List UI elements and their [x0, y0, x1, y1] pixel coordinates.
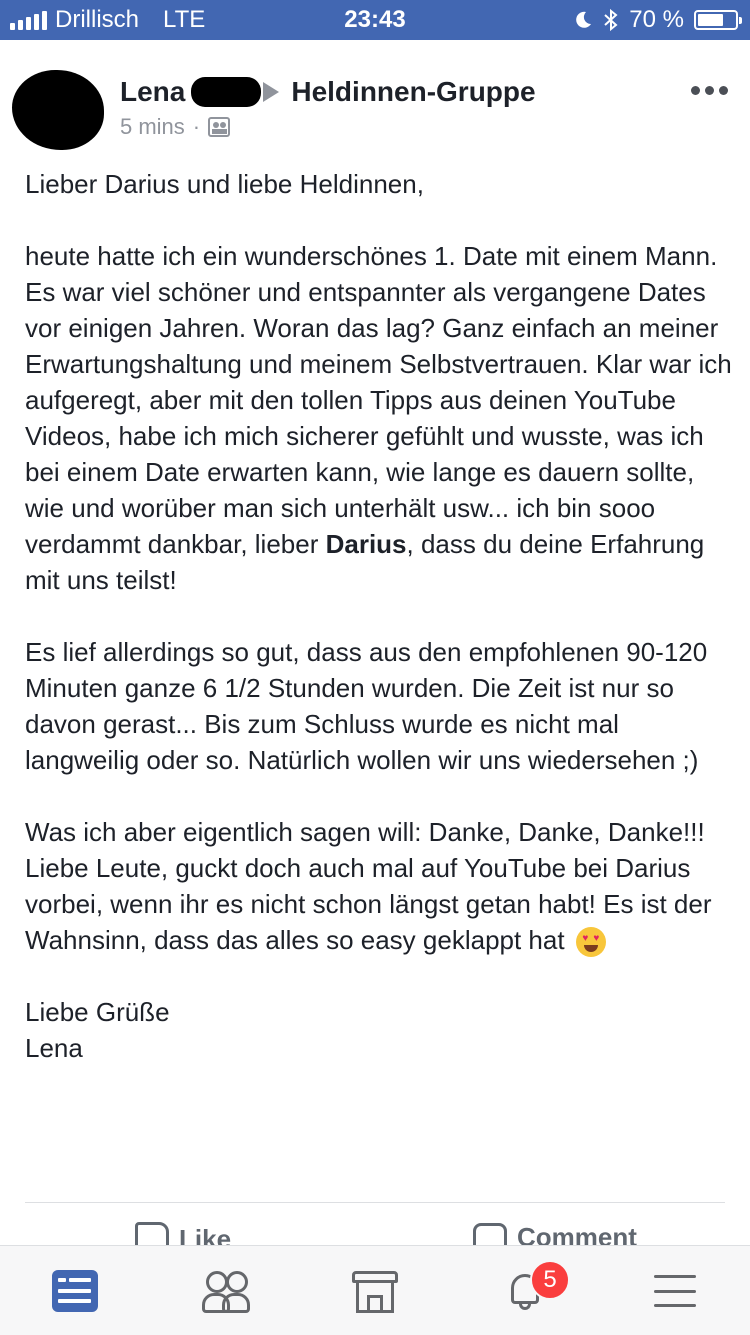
battery-icon — [694, 10, 742, 30]
marketplace-icon — [352, 1269, 398, 1313]
arrow-right-icon — [263, 82, 280, 102]
post-body: Lieber Darius und liebe Heldinnen, heute… — [25, 166, 735, 1066]
heart-eyes-emoji-icon: ♥ ♥ — [575, 927, 606, 958]
meta-separator: · — [192, 114, 201, 139]
news-feed-icon — [52, 1270, 98, 1312]
post-paragraph-3: Was ich aber eigentlich sagen will: Dank… — [25, 814, 735, 958]
post-meta: 5 mins · — [120, 114, 231, 140]
tab-groups[interactable] — [200, 1266, 250, 1316]
bottom-tab-bar: 5 — [0, 1245, 750, 1335]
mention-darius[interactable]: Darius — [326, 529, 407, 559]
post-paragraph-2: Es lief allerdings so gut, dass aus den … — [25, 637, 708, 775]
post-closing-2: Lena — [25, 1033, 83, 1063]
divider — [25, 1202, 725, 1203]
menu-icon — [654, 1275, 696, 1307]
battery-percent: 70 % — [629, 6, 684, 33]
bluetooth-icon — [604, 8, 618, 32]
dot-icon — [691, 86, 700, 95]
dot-icon — [719, 86, 728, 95]
post-author-row: Lena Heldinnen-Gruppe — [120, 76, 536, 108]
group-name[interactable]: Heldinnen-Gruppe — [291, 76, 535, 108]
dot-icon — [705, 86, 714, 95]
more-options-button[interactable] — [691, 86, 728, 95]
paragraph-text: heute hatte ich ein wunderschönes 1. Dat… — [25, 241, 732, 559]
tab-marketplace[interactable] — [350, 1266, 400, 1316]
post-paragraph-1: heute hatte ich ein wunderschönes 1. Dat… — [25, 238, 735, 598]
author-name[interactable]: Lena — [120, 76, 185, 108]
redacted-surname — [191, 77, 262, 107]
post-greeting: Lieber Darius und liebe Heldinnen, — [25, 169, 424, 199]
tab-news-feed[interactable] — [50, 1266, 100, 1316]
tab-menu[interactable] — [650, 1266, 700, 1316]
battery-fill — [698, 14, 724, 26]
paragraph-text: Was ich aber eigentlich sagen will: Dank… — [25, 817, 712, 955]
avatar[interactable] — [12, 70, 104, 150]
groups-icon — [202, 1269, 250, 1313]
moon-icon — [576, 11, 592, 28]
post-closing-1: Liebe Grüße — [25, 997, 170, 1027]
post-time[interactable]: 5 mins — [120, 114, 185, 140]
status-bar: Drillisch LTE 23:43 70 % — [0, 0, 750, 40]
group-privacy-icon — [208, 117, 231, 137]
notifications-badge[interactable]: 5 — [530, 1260, 570, 1300]
